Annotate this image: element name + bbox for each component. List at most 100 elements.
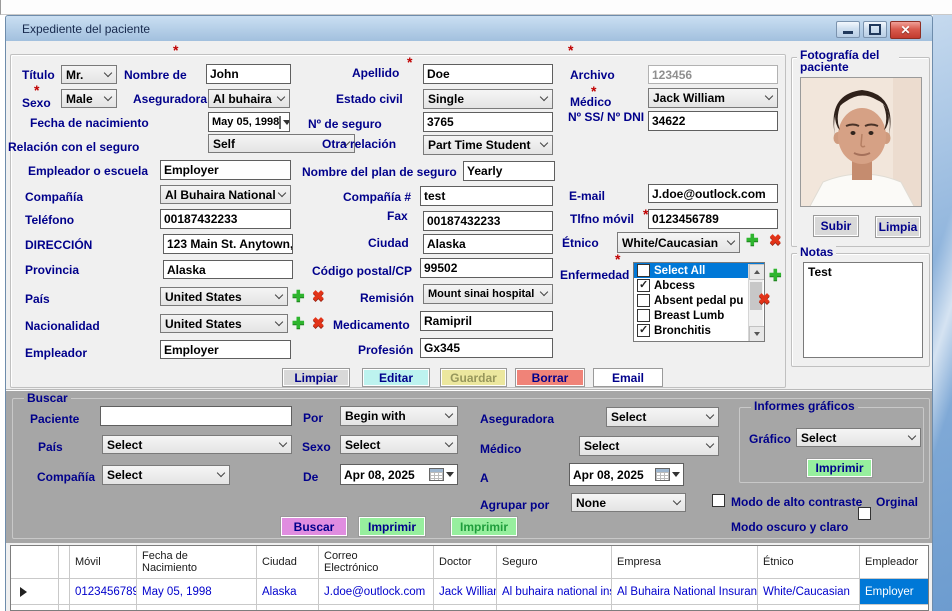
num-ss-dni-input[interactable]: 34622 [648, 111, 778, 131]
grid-header-cell[interactable] [11, 546, 59, 579]
search-sexo-select[interactable]: Select [340, 435, 458, 454]
disease-checkbox[interactable] [637, 264, 650, 277]
grid-cell[interactable] [758, 605, 860, 611]
grid-cell[interactable] [59, 579, 70, 605]
titulo-select[interactable]: Mr. [61, 65, 117, 84]
grid-cell[interactable] [497, 605, 612, 611]
alto-contraste-checkbox[interactable] [712, 494, 725, 507]
editar-button[interactable]: Editar [362, 368, 430, 387]
scroll-down-button[interactable] [749, 326, 765, 342]
orginal-checkbox[interactable] [858, 507, 871, 520]
apellido-input[interactable]: Doe [423, 64, 553, 84]
disease-checkbox[interactable] [637, 309, 650, 322]
grid-cell[interactable]: White/Caucasian [758, 579, 860, 605]
grid-cell[interactable] [257, 605, 319, 611]
pais-select[interactable]: United States [160, 287, 288, 306]
empleador-input[interactable]: Employer [160, 340, 291, 359]
imprimir-secondary-button[interactable]: Imprimir [450, 516, 518, 537]
telefono-input[interactable]: 00187432233 [160, 209, 291, 229]
empleador-escuela-input[interactable]: Employer [160, 160, 291, 180]
disease-checkbox[interactable] [637, 294, 650, 307]
search-por-select[interactable]: Begin with [340, 406, 458, 426]
grid-header-cell[interactable]: Doctor [434, 546, 497, 579]
search-compania-select[interactable]: Select [102, 465, 230, 485]
guardar-button[interactable]: Guardar [440, 368, 507, 387]
nacionalidad-delete-icon[interactable] [312, 314, 330, 332]
grid-cell[interactable] [59, 605, 70, 611]
enfermedad-delete-icon[interactable] [758, 290, 776, 308]
grid-header-cell[interactable]: Móvil [70, 546, 137, 579]
movil-input[interactable]: 0123456789 [648, 209, 778, 229]
grid-header-cell[interactable]: Correo Electrónico [319, 546, 434, 579]
grid-header-cell[interactable]: Empresa [612, 546, 758, 579]
grid-cell[interactable] [319, 605, 434, 611]
grid-cell[interactable]: Jack William [434, 579, 497, 605]
search-paciente-input[interactable] [100, 406, 292, 426]
disease-item[interactable]: Breast Lumb [634, 308, 764, 323]
results-grid[interactable]: MóvilFecha de NacimientoCiudadCorreo Ele… [10, 545, 929, 611]
grid-header-cell[interactable]: Ciudad [257, 546, 319, 579]
disease-item[interactable]: Abcess [634, 278, 764, 293]
imprimir-button[interactable]: Imprimir [358, 516, 426, 537]
grid-cell[interactable] [612, 605, 758, 611]
grid-cell[interactable] [11, 579, 59, 605]
sexo-select[interactable]: Male [61, 89, 117, 108]
pais-delete-icon[interactable] [312, 287, 330, 305]
agrupar-por-select[interactable]: None [571, 493, 686, 512]
etnico-select[interactable]: White/Caucasian [617, 232, 740, 253]
grid-cell[interactable] [860, 605, 929, 611]
search-a-datepicker[interactable]: Apr 08, 2025 [569, 463, 684, 486]
grid-header-cell[interactable]: Fecha de Nacimiento [137, 546, 257, 579]
etnico-add-icon[interactable] [746, 231, 764, 249]
grid-cell[interactable]: Alaska [257, 579, 319, 605]
codigo-postal-input[interactable]: 99502 [420, 258, 553, 278]
grid-cell[interactable]: 0123456789 [70, 579, 137, 605]
disease-checkbox[interactable] [637, 324, 650, 337]
grid-cell[interactable] [11, 605, 59, 611]
minimize-button[interactable] [836, 21, 860, 38]
profesion-input[interactable]: Gx345 [420, 338, 553, 358]
email-button[interactable]: Email [593, 368, 663, 387]
search-de-datepicker[interactable]: Apr 08, 2025 [340, 464, 458, 485]
email-input[interactable]: J.doe@outlock.com [648, 184, 778, 203]
aseguradora-select[interactable]: Al buhaira [208, 89, 290, 108]
nombre-input[interactable]: John [206, 64, 291, 84]
search-pais-select[interactable]: Select [102, 435, 292, 454]
disease-item[interactable]: Bronchitis [634, 323, 764, 338]
grid-cell[interactable]: Al Buhaira National Insurance [612, 579, 758, 605]
limpiar-button[interactable]: Limpiar [282, 368, 350, 387]
compania-num-input[interactable]: test [420, 186, 553, 206]
medicamento-input[interactable]: Ramipril [420, 311, 553, 331]
direccion-input[interactable]: 123 Main St. Anytown, [163, 234, 293, 254]
enfermedad-add-icon[interactable] [769, 266, 787, 284]
scroll-up-button[interactable] [749, 264, 765, 280]
grid-cell[interactable] [137, 605, 257, 611]
buscar-button[interactable]: Buscar [280, 516, 348, 537]
fecha-nacimiento-datepicker[interactable]: May 05, 1998 [208, 112, 290, 132]
grid-cell[interactable] [70, 605, 137, 611]
grid-cell[interactable]: Al buhaira national ins. [497, 579, 612, 605]
etnico-delete-icon[interactable] [769, 231, 787, 249]
search-medico-select[interactable]: Select [579, 436, 719, 456]
provincia-input[interactable]: Alaska [163, 260, 293, 279]
grid-cell[interactable] [434, 605, 497, 611]
pais-add-icon[interactable] [292, 287, 310, 305]
fax-input[interactable]: 00187432233 [423, 211, 553, 231]
nacionalidad-add-icon[interactable] [292, 314, 310, 332]
close-button[interactable]: ✕ [890, 21, 921, 39]
grid-header-cell[interactable] [59, 546, 70, 579]
remision-select[interactable]: Mount sinai hospital [423, 284, 553, 304]
subir-button[interactable]: Subir [813, 215, 859, 237]
borrar-button[interactable]: Borrar [515, 368, 585, 387]
compania-select[interactable]: Al Buhaira National [160, 185, 291, 204]
limpia-button[interactable]: Limpia [875, 216, 921, 238]
nacionalidad-select[interactable]: United States [160, 314, 288, 333]
grid-header-cell[interactable]: Empleador [860, 546, 929, 579]
enfermedad-listbox[interactable]: Select AllAbcessAbsent pedal puBreast Lu… [633, 262, 765, 342]
plan-seguro-input[interactable]: Yearly [463, 161, 555, 181]
disease-item[interactable]: Select All [634, 263, 764, 278]
disease-item[interactable]: Absent pedal pu [634, 293, 764, 308]
grid-cell[interactable]: Employer [860, 579, 929, 605]
grid-cell[interactable]: J.doe@outlock.com [319, 579, 434, 605]
grid-cell[interactable]: May 05, 1998 [137, 579, 257, 605]
